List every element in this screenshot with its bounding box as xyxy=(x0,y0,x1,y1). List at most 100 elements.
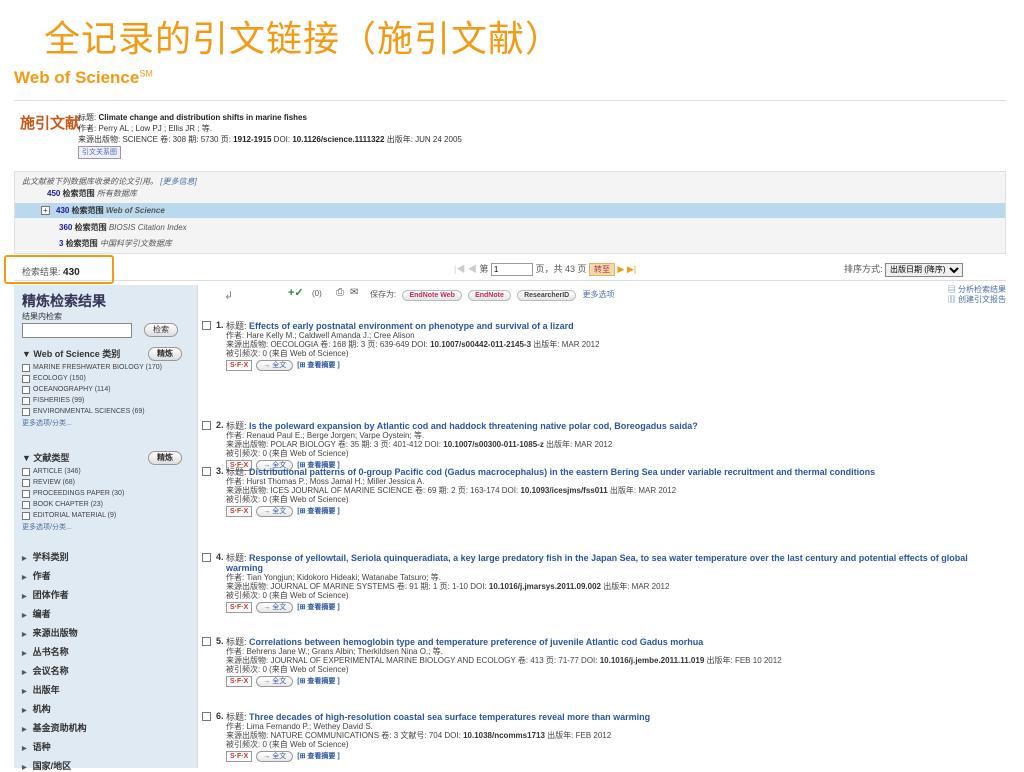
facet-series[interactable]: 丛书名称 xyxy=(22,645,69,658)
citation-report-link[interactable]: ▥ 创建引文报告 xyxy=(948,295,1006,305)
facet-group-author[interactable]: 团体作者 xyxy=(22,588,69,601)
more-info-link[interactable]: [更多信息] xyxy=(160,177,196,186)
more-options-link[interactable]: 更多选项/分类... xyxy=(22,418,192,428)
next-page-icon[interactable]: ▶ xyxy=(617,264,624,274)
results-bar: 检索结果: 430 |◀ ◀ 第 页，共 43 页 转至 ▶ ▶| 排序方式: … xyxy=(4,255,1006,284)
db-row-wos[interactable]: +430 检索范围 Web of Science xyxy=(15,203,1005,218)
doc-type-heading[interactable]: ▼ 文献类型 xyxy=(22,451,69,465)
sfx-button[interactable]: S·F·X xyxy=(226,751,253,762)
go-button[interactable]: 转至 xyxy=(588,263,615,276)
record-checkbox[interactable] xyxy=(202,421,211,430)
record-checkbox[interactable] xyxy=(202,712,211,721)
endnote-web-button[interactable]: EndNote Web xyxy=(402,290,462,301)
record-cited: 被引频次: 0 (来自 Web of Science) xyxy=(226,591,349,600)
page-input[interactable] xyxy=(490,263,533,276)
record-checkbox[interactable] xyxy=(202,553,211,562)
analyze-results-link[interactable]: ▤ 分析检索结果 xyxy=(948,285,1006,295)
citation-map-button[interactable]: 引文关系图 xyxy=(78,146,121,159)
hits-value: 430 xyxy=(63,267,80,278)
cited-by-note-text: 此文献被下列数据库收录的论文引用。 xyxy=(22,177,158,186)
checkbox-icon xyxy=(22,468,30,476)
record-title-line: 标题: Correlations between hemoglobin type… xyxy=(226,637,1006,647)
filter-checkbox[interactable]: OCEANOGRAPHY (114) xyxy=(22,385,192,395)
filter-checkbox[interactable]: BOOK CHAPTER (23) xyxy=(22,500,192,510)
select-all-arrow-icon[interactable]: ↲ xyxy=(224,289,233,302)
filter-checkbox[interactable]: REVIEW (68) xyxy=(22,478,192,488)
facet-author[interactable]: 作者 xyxy=(22,569,51,582)
expand-plus-icon[interactable]: + xyxy=(41,206,50,216)
facet-year[interactable]: 出版年 xyxy=(22,683,60,696)
full-text-button[interactable]: → 全文 xyxy=(256,751,294,762)
doc-type-group: ▼ 文献类型 精炼 ARTICLE (346) REVIEW (68) PROCE… xyxy=(22,451,192,532)
sfx-button[interactable]: S·F·X xyxy=(226,506,253,517)
facet-language[interactable]: 语种 xyxy=(22,740,51,753)
record-authors: 作者: Lima Fernando P.; Wethey David S. xyxy=(226,722,373,731)
view-abstract-link[interactable]: [⊞ 查看摘要 ] xyxy=(297,507,339,516)
view-abstract-link[interactable]: [⊞ 查看摘要 ] xyxy=(297,361,339,370)
record-title[interactable]: Effects of early postnatal environment o… xyxy=(249,321,574,331)
facet-conference[interactable]: 会议名称 xyxy=(22,664,69,677)
cited-by-panel: 此文献被下列数据库收录的论文引用。 [更多信息] 450 检索范围 所有数据库 … xyxy=(14,171,1006,254)
facet-source[interactable]: 来源出版物 xyxy=(22,626,78,639)
search-within-input[interactable] xyxy=(22,323,132,338)
full-text-button[interactable]: → 全文 xyxy=(256,602,294,613)
save-as-group: 保存为: EndNote Web EndNote ResearcherID 更多… xyxy=(370,289,614,301)
db-row-biosis[interactable]: 360 检索范围 BIOSIS Citation Index xyxy=(15,220,1005,235)
full-text-button[interactable]: → 全文 xyxy=(256,506,294,517)
record-title[interactable]: Distributional patterns of 0-group Pacif… xyxy=(249,467,875,477)
record-checkbox[interactable] xyxy=(202,637,211,646)
last-page-icon[interactable]: ▶| xyxy=(627,264,636,274)
filter-label: FISHERIES (99) xyxy=(33,397,85,404)
db-name: 中国科学引文数据库 xyxy=(99,239,172,248)
record-title[interactable]: Response of yellowtail, Seriola quinquer… xyxy=(226,553,968,573)
more-options-link[interactable]: 更多选项/分类... xyxy=(22,522,192,532)
full-text-button[interactable]: → 全文 xyxy=(256,676,294,687)
title-label: 标题: xyxy=(226,637,247,647)
view-abstract-link[interactable]: [⊞ 查看摘要 ] xyxy=(297,603,339,612)
more-save-options[interactable]: 更多选项 xyxy=(582,290,614,299)
refine-button[interactable]: 精炼 xyxy=(148,347,182,361)
researcherid-button[interactable]: ResearcherID xyxy=(517,290,577,301)
pager: |◀ ◀ 第 页，共 43 页 转至 ▶ ▶| xyxy=(454,262,636,276)
db-label: 检索范围 xyxy=(71,206,104,215)
filter-checkbox[interactable]: PROCEEDINGS PAPER (30) xyxy=(22,489,192,499)
add-to-list-icon[interactable]: +✓ xyxy=(288,286,304,299)
facet-funding[interactable]: 基金资助机构 xyxy=(22,721,87,734)
view-abstract-link[interactable]: [⊞ 查看摘要 ] xyxy=(297,752,339,761)
filter-checkbox[interactable]: ECOLOGY (150) xyxy=(22,374,192,384)
record-checkbox[interactable] xyxy=(202,467,211,476)
facet-country[interactable]: 国家/地区 xyxy=(22,759,72,772)
record-source-line: 来源出版物: ICES JOURNAL OF MARINE SCIENCE 卷:… xyxy=(226,486,1006,495)
facet-subject[interactable]: 学科类别 xyxy=(22,550,69,563)
record-title[interactable]: Three decades of high-resolution coastal… xyxy=(249,712,650,722)
facet-organization[interactable]: 机构 xyxy=(22,702,51,715)
filter-checkbox[interactable]: FISHERIES (99) xyxy=(22,396,192,406)
first-page-icon[interactable]: |◀ xyxy=(454,264,465,274)
analyze-label: 分析检索结果 xyxy=(958,285,1006,294)
citing-title[interactable]: Climate change and distribution shifts i… xyxy=(98,113,306,122)
facet-editor[interactable]: 编者 xyxy=(22,607,51,620)
refine-button[interactable]: 精炼 xyxy=(148,451,182,465)
db-row-cscd[interactable]: 3 检索范围 中国科学引文数据库 xyxy=(15,236,1005,251)
record-checkbox[interactable] xyxy=(202,321,211,330)
prev-page-icon[interactable]: ◀ xyxy=(468,264,477,274)
email-icon[interactable]: ✉ xyxy=(350,287,358,298)
wos-category-heading[interactable]: ▼ Web of Science 类别 xyxy=(22,347,120,361)
sort-select[interactable]: 出版日期 (降序) xyxy=(885,262,964,277)
filter-checkbox[interactable]: ENVIRONMENTAL SCIENCES (69) xyxy=(22,407,192,417)
view-abstract-link[interactable]: [⊞ 查看摘要 ] xyxy=(297,677,339,686)
brand-logo[interactable]: Web of ScienceSM xyxy=(14,68,153,88)
filter-checkbox[interactable]: ARTICLE (346) xyxy=(22,467,192,477)
record-title[interactable]: Correlations between hemoglobin type and… xyxy=(249,637,703,647)
print-icon[interactable]: ⎙ xyxy=(336,287,344,298)
endnote-button[interactable]: EndNote xyxy=(468,290,511,301)
sfx-button[interactable]: S·F·X xyxy=(226,676,253,687)
sfx-button[interactable]: S·F·X xyxy=(226,602,253,613)
filter-checkbox[interactable]: EDITORIAL MATERIAL (9) xyxy=(22,511,192,521)
record-title[interactable]: Is the poleward expansion by Atlantic co… xyxy=(249,421,698,431)
search-within-button[interactable]: 检索 xyxy=(144,323,178,337)
db-row-all[interactable]: 450 检索范围 所有数据库 xyxy=(15,186,1005,201)
full-text-button[interactable]: → 全文 xyxy=(256,360,294,371)
filter-checkbox[interactable]: MARINE FRESHWATER BIOLOGY (170) xyxy=(22,363,192,373)
sfx-button[interactable]: S·F·X xyxy=(226,360,253,371)
